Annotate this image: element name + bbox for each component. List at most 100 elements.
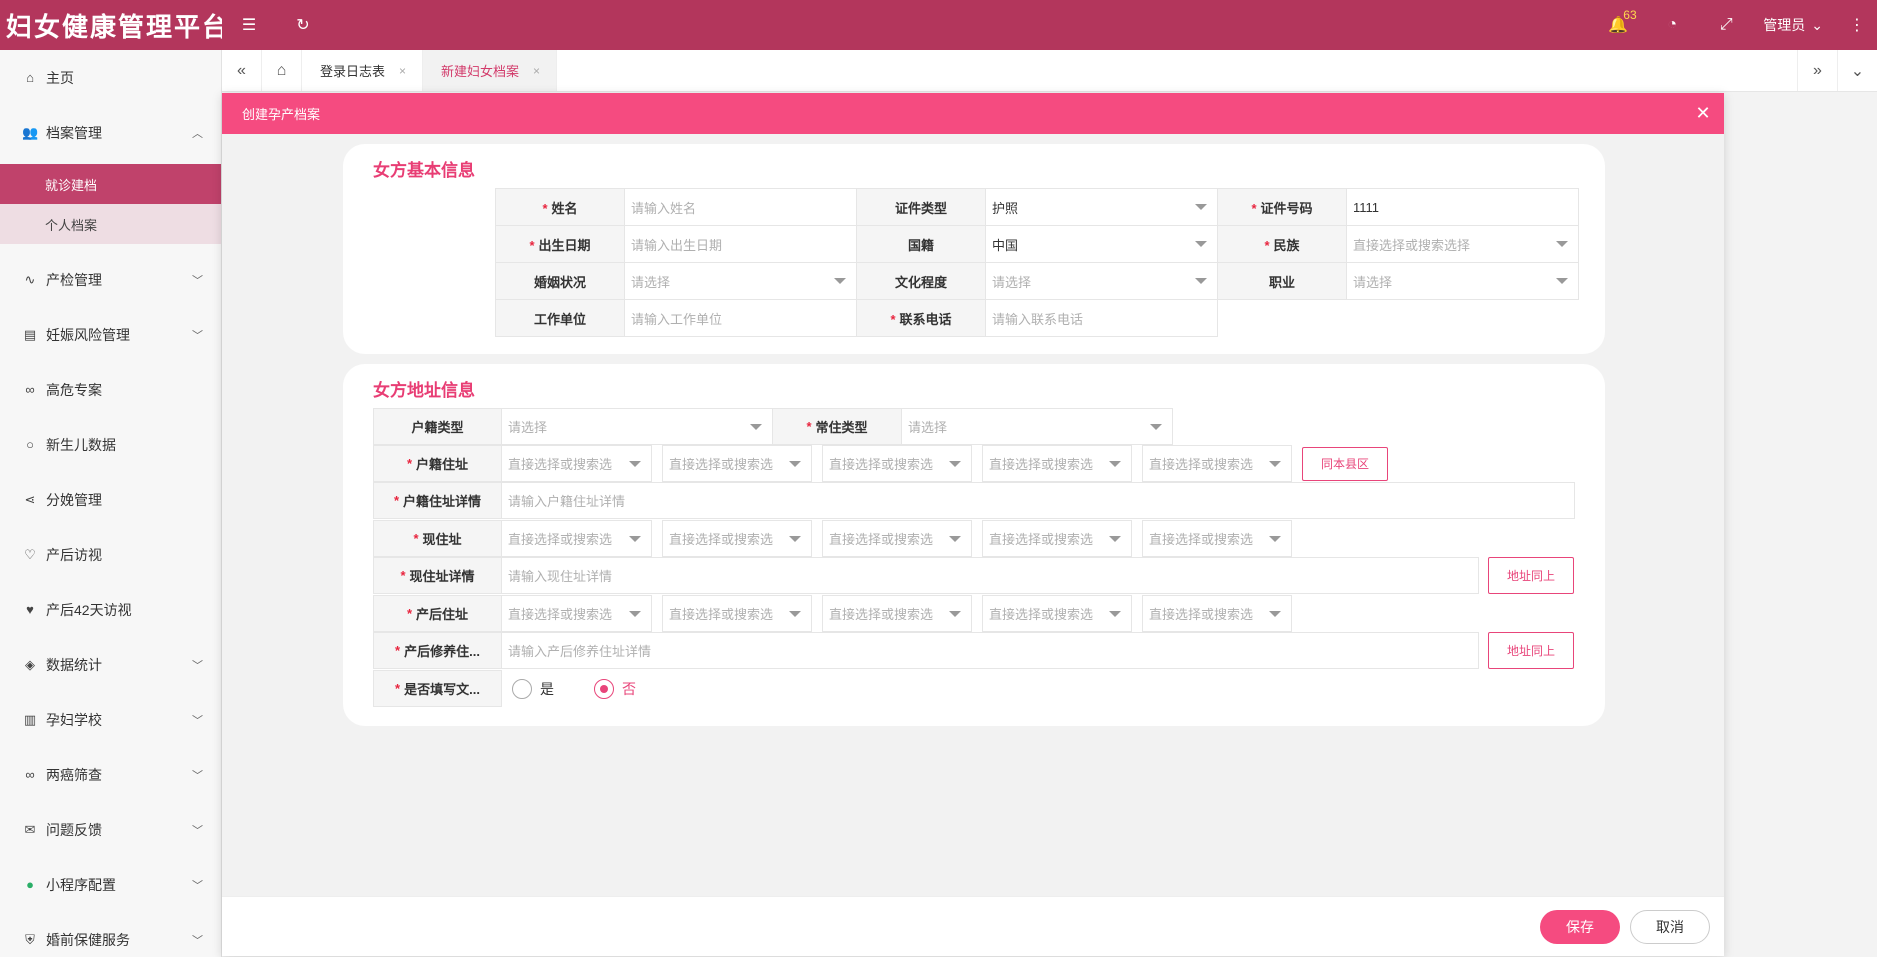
current-province-select[interactable]: 直接选择或搜索选 — [502, 520, 652, 557]
mail-icon: ✉ — [24, 821, 36, 837]
create-archive-modal: 创建孕产档案 ✕ 女方基本信息 * 姓名 请输入姓名 证件类型 护照 * 证件号码 … — [222, 93, 1724, 956]
menu-toggle-icon[interactable]: ☰ — [222, 0, 276, 50]
household-town-select[interactable]: 直接选择或搜索选 — [982, 445, 1132, 482]
sidebar-item-high-risk[interactable]: ∞ 高危专案 — [0, 362, 221, 417]
sidebar-subitem-personal-archive[interactable]: 个人档案 — [0, 204, 221, 244]
notification-button[interactable]: 🔔 63 — [1591, 0, 1645, 50]
tab-login-log[interactable]: 登录日志表 × — [302, 50, 424, 91]
occupation-select[interactable]: 请选择 — [1346, 262, 1579, 300]
app-title: 妇女健康管理平台 — [6, 11, 222, 42]
refresh-icon[interactable]: ↻ — [276, 0, 330, 50]
fill-document-label: * 是否填写文... — [373, 670, 502, 707]
save-button[interactable]: 保存 — [1540, 909, 1620, 944]
postpartum-detail-input[interactable]: 请输入产后修养住址详情 — [502, 632, 1479, 669]
cancel-button[interactable]: 取消 — [1630, 909, 1710, 944]
sidebar-subitem-visit-record[interactable]: 就诊建档 — [0, 164, 221, 204]
birth-date-input[interactable]: 请输入出生日期 — [624, 225, 857, 263]
sidebar-item-delivery[interactable]: ⋖ 分娩管理 — [0, 472, 221, 527]
sidebar-item-feedback[interactable]: ✉ 问题反馈 ﹀ — [0, 802, 221, 857]
caret-down-icon — [1195, 241, 1207, 247]
household-address-row: * 户籍住址 直接选择或搜索选 直接选择或搜索选 直接选择或搜索选 直接选择或搜索… — [373, 445, 1388, 482]
household-city-select[interactable]: 直接选择或搜索选 — [662, 445, 812, 482]
postpartum-address-label: * 产后住址 — [373, 595, 502, 632]
current-town-select[interactable]: 直接选择或搜索选 — [982, 520, 1132, 557]
postpartum-town-select[interactable]: 直接选择或搜索选 — [982, 595, 1132, 632]
current-detail-input[interactable]: 请输入现住址详情 — [502, 557, 1479, 594]
double-chevron-right-icon[interactable]: » — [1797, 50, 1837, 91]
sidebar-item-statistics[interactable]: ◈ 数据统计 ﹀ — [0, 637, 221, 692]
nationality-select[interactable]: 中国 — [985, 225, 1218, 263]
list-icon: ▤ — [23, 326, 37, 342]
sidebar-item-miniapp[interactable]: ● 小程序配置 ﹀ — [0, 857, 221, 912]
same-address-button[interactable]: 地址同上 — [1488, 632, 1574, 669]
same-county-button[interactable]: 同本县区 — [1302, 446, 1388, 481]
more-icon[interactable]: ⋮ — [1837, 0, 1877, 50]
heart-outline-icon: ♡ — [24, 546, 36, 562]
id-type-label: 证件类型 — [856, 188, 986, 226]
household-county-select[interactable]: 直接选择或搜索选 — [822, 445, 972, 482]
link-icon: ∞ — [25, 382, 35, 397]
user-menu[interactable]: 管理员 ⌄ — [1753, 15, 1837, 35]
household-province-select[interactable]: 直接选择或搜索选 — [502, 445, 652, 482]
sidebar-item-premarital[interactable]: ⛨ 婚前保健服务 ﹀ — [0, 912, 221, 957]
sidebar-item-pregnancy-risk[interactable]: ▤ 妊娠风险管理 ﹀ — [0, 307, 221, 362]
household-village-select[interactable]: 直接选择或搜索选 — [1142, 445, 1292, 482]
chevron-down-icon: ﹀ — [192, 659, 203, 672]
top-header: 妇女健康管理平台 ☰ ↻ 🔔 63 ◔ ⤢ 管理员 ⌄ ⋮ — [0, 0, 1877, 50]
ethnicity-select[interactable]: 直接选择或搜索选择 — [1346, 225, 1579, 263]
caret-down-icon — [1556, 241, 1568, 247]
workplace-input[interactable]: 请输入工作单位 — [624, 299, 857, 337]
sidebar: ⌂ 主页 👥 档案管理 ︿ 就诊建档 个人档案 ∿ 产检管理 ﹀ ▤ 妊娠风险管… — [0, 50, 222, 957]
sidebar-item-postpartum-visit[interactable]: ♡ 产后访视 — [0, 527, 221, 582]
section-title: 女方地址信息 — [373, 381, 475, 400]
close-icon[interactable]: × — [533, 64, 540, 78]
sidebar-item-archive[interactable]: 👥 档案管理 ︿ — [0, 105, 221, 160]
id-number-label: * 证件号码 — [1217, 188, 1347, 226]
current-county-select[interactable]: 直接选择或搜索选 — [822, 520, 972, 557]
user-name: 管理员 — [1763, 17, 1806, 33]
id-number-input[interactable]: 1111 — [1346, 188, 1579, 226]
fullscreen-icon[interactable]: ⤢ — [1699, 0, 1753, 50]
home-tab-icon[interactable]: ⌂ — [262, 50, 302, 91]
sidebar-item-postpartum-42[interactable]: ♥ 产后42天访视 — [0, 582, 221, 637]
chevron-down-icon: ﹀ — [192, 714, 203, 727]
id-type-select[interactable]: 护照 — [985, 188, 1218, 226]
modal-header: 创建孕产档案 ✕ — [222, 93, 1724, 134]
postpartum-city-select[interactable]: 直接选择或搜索选 — [662, 595, 812, 632]
same-address-button[interactable]: 地址同上 — [1488, 557, 1574, 594]
postpartum-village-select[interactable]: 直接选择或搜索选 — [1142, 595, 1292, 632]
modal-title: 创建孕产档案 — [242, 107, 321, 122]
caret-down-icon — [1195, 204, 1207, 210]
double-chevron-left-icon[interactable]: « — [222, 50, 262, 91]
sidebar-item-newborn[interactable]: ○ 新生儿数据 — [0, 417, 221, 472]
household-detail-input[interactable]: 请输入户籍住址详情 — [502, 482, 1575, 519]
residence-type-select[interactable]: 请选择 — [902, 408, 1173, 445]
notification-count: 63 — [1623, 8, 1637, 22]
close-icon[interactable]: ✕ — [1682, 93, 1724, 134]
phone-input[interactable]: 请输入联系电话 — [985, 299, 1218, 337]
sidebar-item-prenatal[interactable]: ∿ 产检管理 ﹀ — [0, 252, 221, 307]
current-village-select[interactable]: 直接选择或搜索选 — [1142, 520, 1292, 557]
pulse-icon: ∿ — [24, 271, 36, 287]
postpartum-county-select[interactable]: 直接选择或搜索选 — [822, 595, 972, 632]
current-city-select[interactable]: 直接选择或搜索选 — [662, 520, 812, 557]
sidebar-item-school[interactable]: ▥ 孕妇学校 ﹀ — [0, 692, 221, 747]
education-label: 文化程度 — [856, 262, 986, 300]
theme-icon[interactable]: ◔ — [1645, 0, 1699, 50]
education-select[interactable]: 请选择 — [985, 262, 1218, 300]
name-label: * 姓名 — [495, 188, 625, 226]
chevron-down-icon: ⌄ — [1811, 16, 1823, 33]
chevron-down-icon[interactable]: ⌄ — [1837, 50, 1877, 91]
radio-yes[interactable]: 是 — [512, 678, 554, 699]
sidebar-item-home[interactable]: ⌂ 主页 — [0, 50, 221, 105]
radio-no[interactable]: 否 — [594, 678, 636, 699]
household-type-label: 户籍类型 — [373, 408, 502, 445]
tab-new-archive[interactable]: 新建妇女档案 × — [423, 50, 558, 91]
name-input[interactable]: 请输入姓名 — [624, 188, 857, 226]
postpartum-province-select[interactable]: 直接选择或搜索选 — [502, 595, 652, 632]
household-type-select[interactable]: 请选择 — [502, 408, 773, 445]
chevron-up-icon: ︿ — [192, 127, 203, 140]
close-icon[interactable]: × — [399, 64, 406, 78]
marital-select[interactable]: 请选择 — [624, 262, 857, 300]
sidebar-item-cancer-screening[interactable]: ∞ 两癌筛查 ﹀ — [0, 747, 221, 802]
